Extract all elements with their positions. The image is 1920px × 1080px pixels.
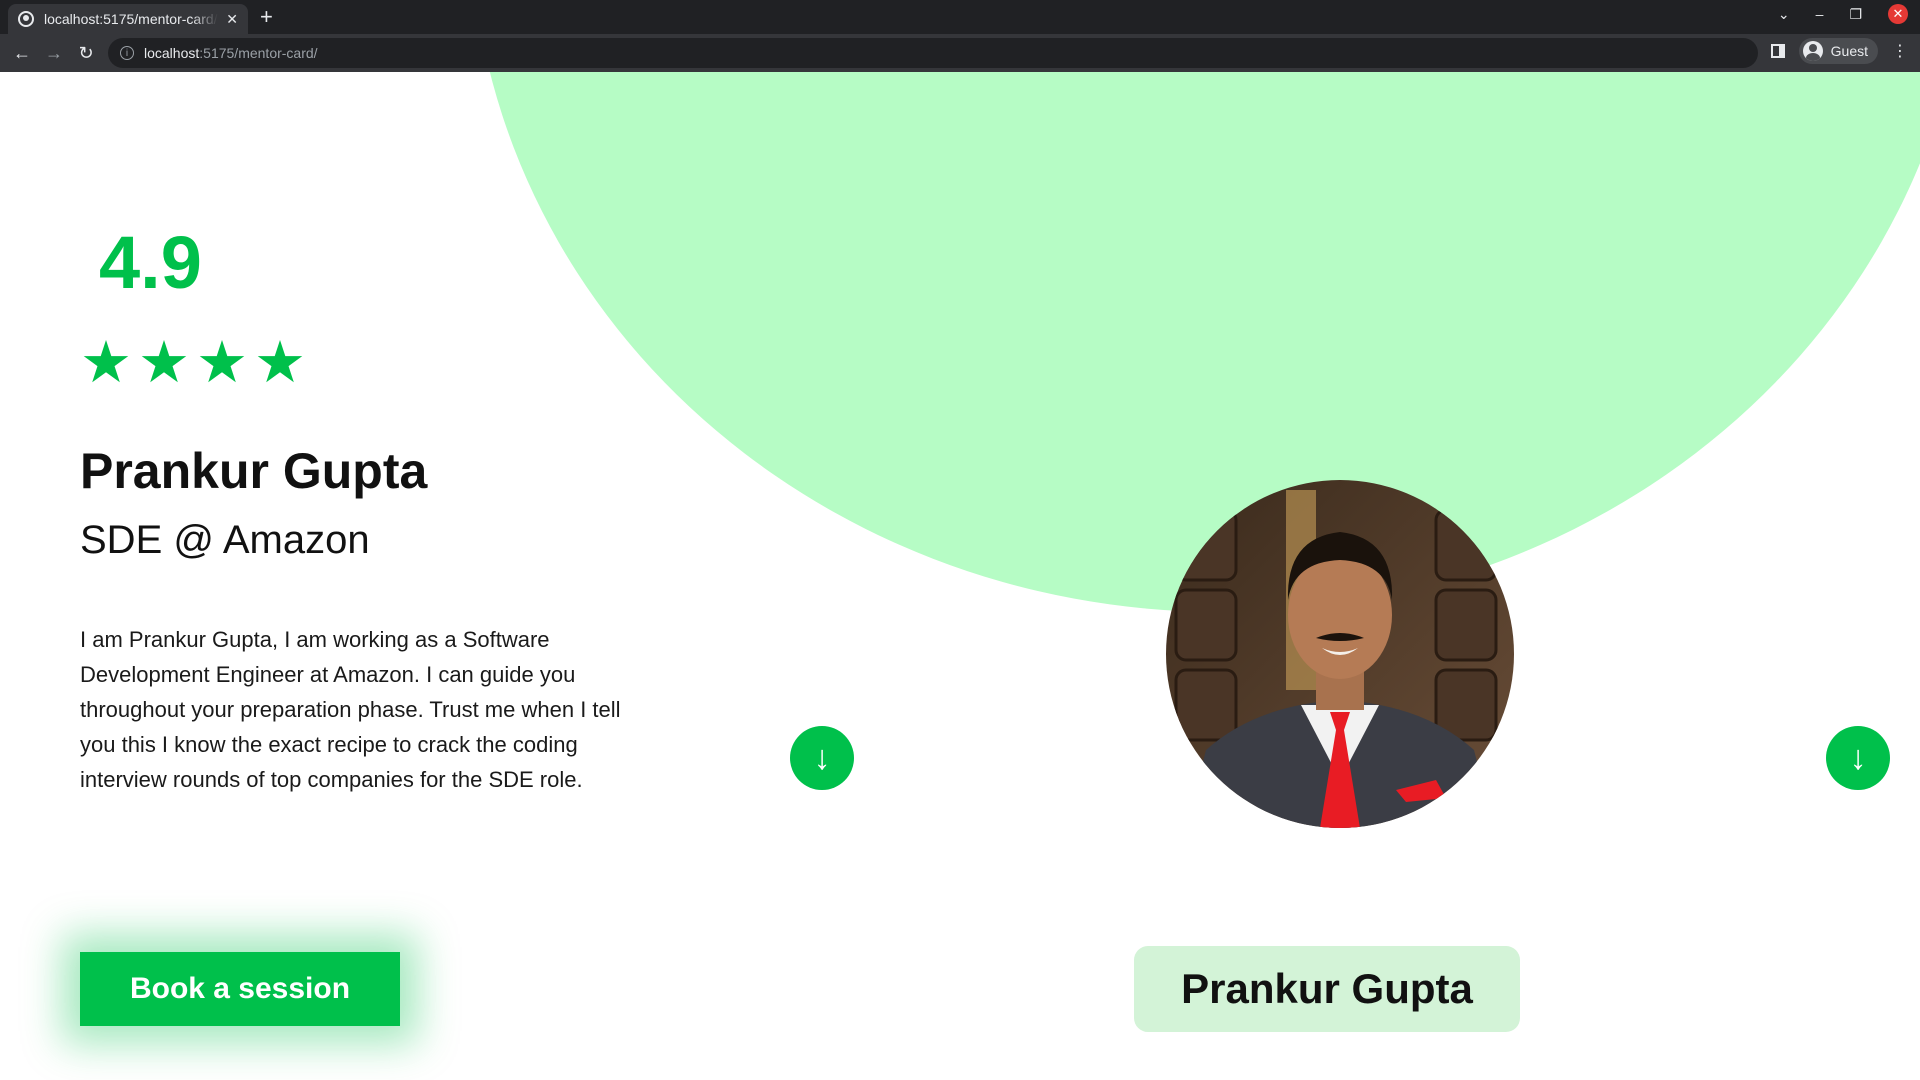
toolbar-right: Guest ⋮ — [1770, 38, 1908, 64]
url-host: localhost — [144, 45, 200, 61]
url-path: :5175/mentor-card/ — [199, 45, 318, 61]
new-tab-button[interactable]: + — [260, 4, 273, 30]
rating-value: 4.9 — [99, 221, 202, 304]
back-icon[interactable]: ← — [6, 43, 38, 64]
globe-icon — [18, 11, 34, 27]
profile-avatar-icon — [1802, 41, 1823, 61]
browser-tab-bar: localhost:5175/mentor-card/ ✕ + ⌄ – ❐ ✕ — [0, 0, 1920, 34]
mentor-portrait-image — [1166, 480, 1514, 828]
page-viewport: 4.9 ★ ★ ★ ★ Prankur Gupta SDE @ Amazon I… — [0, 72, 1920, 1080]
side-panel-icon[interactable] — [1770, 44, 1785, 58]
browser-toolbar: ← → ↻ i localhost :5175/mentor-card/ Gue… — [0, 34, 1920, 72]
star-icon: ★ — [254, 330, 306, 395]
reload-icon[interactable]: ↻ — [70, 43, 102, 64]
book-session-button[interactable]: Book a session — [80, 952, 400, 1026]
tab-search-icon[interactable]: ⌄ — [1778, 6, 1790, 23]
carousel-next-button[interactable]: ↓ — [1826, 726, 1890, 790]
menu-icon[interactable]: ⋮ — [1892, 41, 1908, 61]
mentor-photo — [1166, 480, 1514, 828]
forward-icon[interactable]: → — [38, 43, 70, 64]
star-icon: ★ — [196, 330, 248, 395]
tab-title: localhost:5175/mentor-card/ — [44, 11, 218, 27]
mentor-name-card: Prankur Gupta — [1134, 946, 1520, 1032]
star-icon: ★ — [80, 330, 132, 395]
restore-button[interactable]: ❐ — [1849, 6, 1862, 23]
minimize-button[interactable]: – — [1816, 6, 1824, 22]
mentor-name: Prankur Gupta — [80, 443, 428, 499]
profile-button[interactable]: Guest — [1798, 38, 1878, 64]
arrow-down-icon: ↓ — [1849, 738, 1867, 777]
profile-label: Guest — [1830, 43, 1868, 59]
site-info-icon[interactable]: i — [120, 46, 134, 60]
close-window-button[interactable]: ✕ — [1888, 4, 1908, 24]
window-controls: ⌄ – ❐ ✕ — [1778, 4, 1908, 24]
mentor-role: SDE @ Amazon — [80, 518, 370, 562]
mentor-bio: I am Prankur Gupta, I am working as a So… — [80, 627, 621, 792]
arrow-down-icon: ↓ — [813, 738, 831, 777]
browser-tab[interactable]: localhost:5175/mentor-card/ ✕ — [8, 4, 248, 34]
decorative-blob — [470, 72, 1920, 612]
tab-close-icon[interactable]: ✕ — [226, 11, 238, 28]
carousel-prev-button[interactable]: ↓ — [790, 726, 854, 790]
star-icon: ★ — [138, 330, 190, 395]
rating-stars: ★ ★ ★ ★ — [80, 334, 306, 392]
address-bar[interactable]: i localhost :5175/mentor-card/ — [108, 38, 1758, 68]
